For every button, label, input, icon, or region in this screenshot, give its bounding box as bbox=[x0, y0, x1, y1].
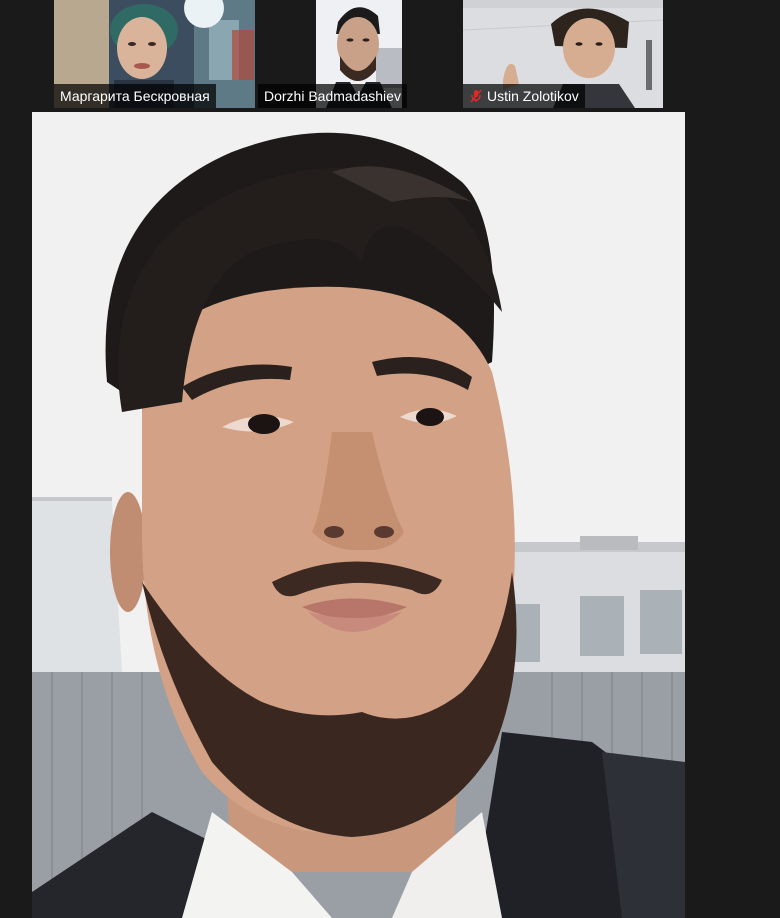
speaker-video-frame bbox=[32, 112, 685, 918]
mic-muted-icon bbox=[469, 89, 483, 103]
participant-name: Dorzhi Badmadashiev bbox=[264, 88, 401, 104]
participant-name: Маргарита Бескровная bbox=[60, 88, 210, 104]
video-call-window: Маргарита Бескровная Dorzhi Badmadashiev bbox=[0, 0, 780, 918]
participant-name: Ustin Zolotikov bbox=[487, 88, 579, 104]
participant-name-tag: Dorzhi Badmadashiev bbox=[258, 84, 407, 108]
active-speaker-video[interactable] bbox=[32, 112, 685, 918]
participant-name-tag: Ustin Zolotikov bbox=[463, 84, 585, 108]
participant-tile[interactable]: Маргарита Бескровная bbox=[54, 0, 255, 108]
participant-tile[interactable]: Ustin Zolotikov bbox=[463, 0, 663, 108]
participant-name-tag: Маргарита Бескровная bbox=[54, 84, 216, 108]
